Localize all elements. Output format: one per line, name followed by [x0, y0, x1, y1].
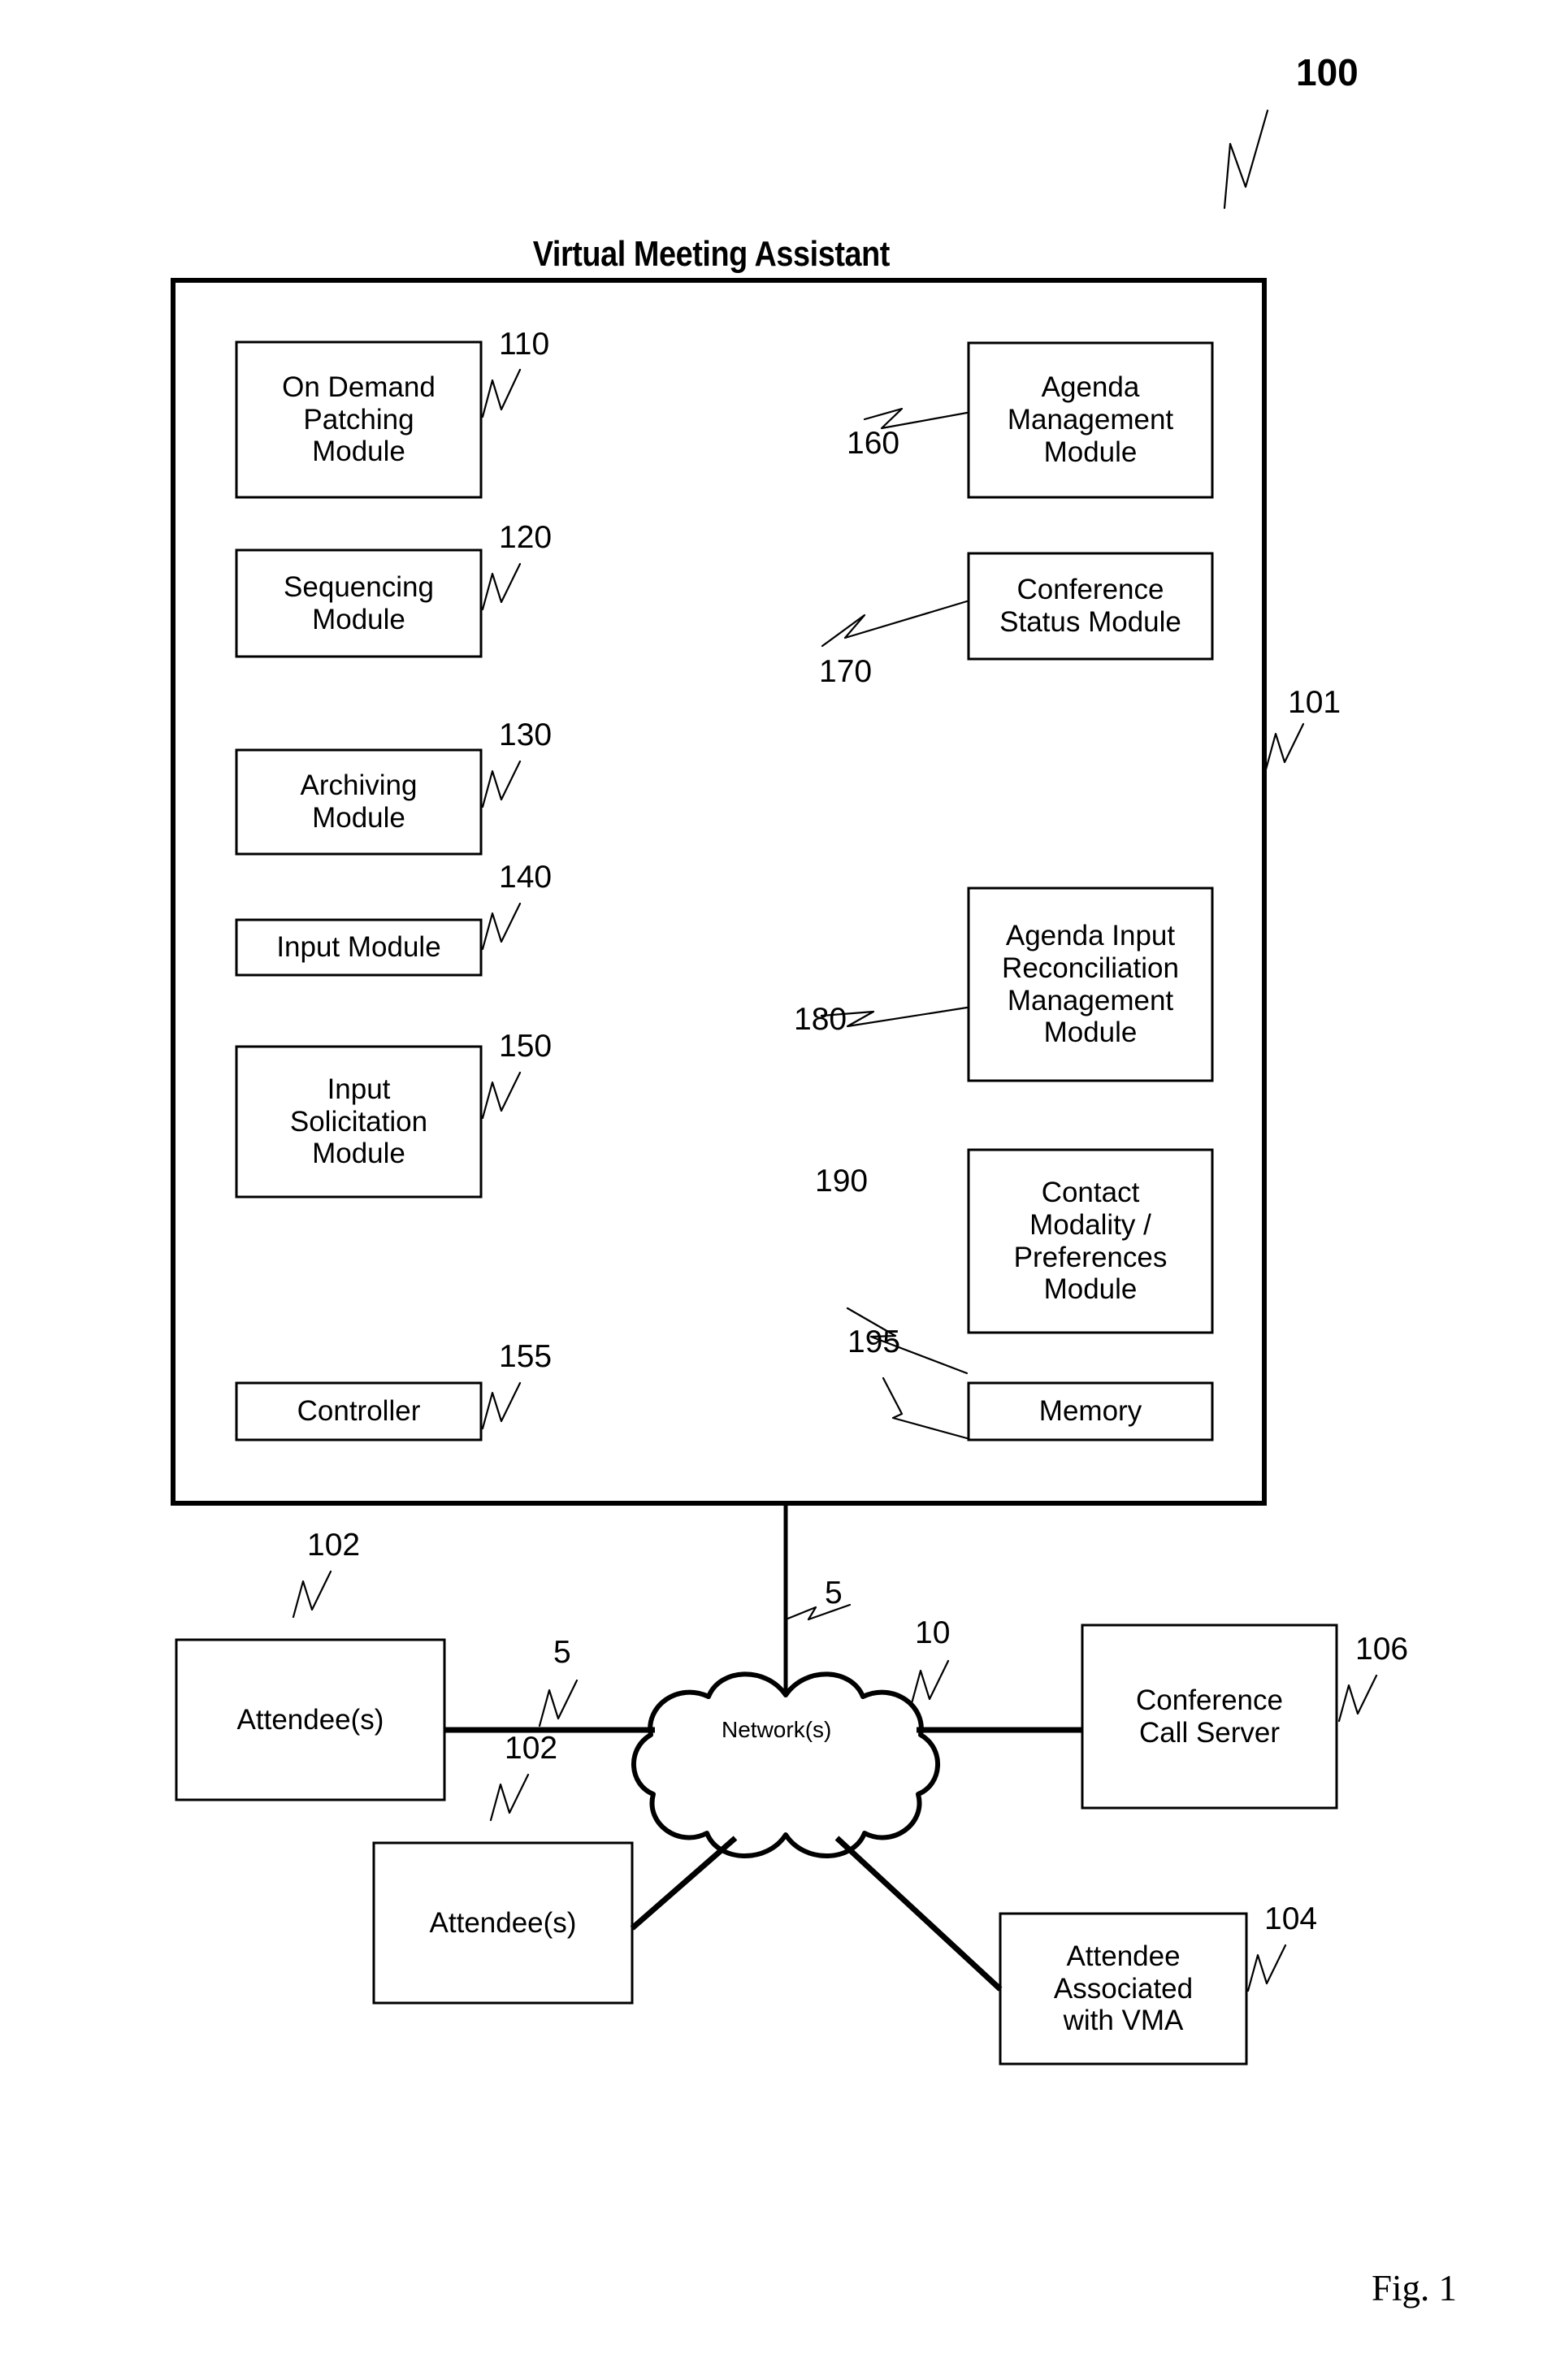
patent-figure-canvas: 100 Virtual Meeting Assistant Fig. 1 101… [0, 0, 1556, 2380]
lead-line-170 [821, 600, 969, 648]
lead-line-120 [481, 562, 522, 611]
reference-number-160: 160 [847, 426, 900, 461]
reference-number-104: 104 [1264, 1901, 1318, 1936]
connector-attendee-lower-to-network [630, 1836, 738, 1931]
module-label-archiving: Archiving Module [300, 769, 418, 834]
lead-line-101 [1264, 722, 1305, 771]
reference-number-101: 101 [1288, 685, 1341, 720]
reference-number-170: 170 [819, 654, 873, 689]
reference-number-5-attendee: 5 [553, 1635, 571, 1670]
reference-number-155: 155 [499, 1339, 553, 1374]
lead-line-130 [481, 760, 522, 809]
module-label-sequencing: Sequencing Module [284, 570, 434, 635]
module-label-contact-modality-preferences: Contact Modality / Preferences Module [1013, 1176, 1168, 1306]
network-cloud-label: Network(s) [722, 1717, 832, 1742]
lead-line-104 [1246, 1944, 1287, 1992]
connector-attendee-vma-to-network [834, 1836, 1003, 1992]
reference-number-180: 180 [794, 1002, 847, 1037]
reference-number-106: 106 [1355, 1632, 1409, 1667]
lead-line-150 [481, 1071, 522, 1120]
network-cloud-shape [631, 1671, 941, 1858]
reference-number-5-trunk: 5 [825, 1576, 843, 1611]
module-label-agenda-management: Agenda Management Module [1007, 371, 1174, 468]
figure-caption: Fig. 1 [1372, 2268, 1458, 2308]
lead-line-100 [1223, 109, 1269, 210]
lead-line-10-server [909, 1659, 950, 1708]
reference-number-140: 140 [499, 860, 553, 895]
module-label-agenda-input-reconciliation: Agenda Input Reconciliation Management M… [1002, 919, 1179, 1049]
system-reference-number: 100 [1296, 51, 1359, 93]
vma-title: Virtual Meeting Assistant [532, 234, 891, 274]
reference-number-110: 110 [499, 327, 550, 362]
lead-line-102-upper [292, 1570, 332, 1619]
lead-line-110 [481, 368, 522, 418]
module-label-controller: Controller [297, 1395, 421, 1428]
module-label-conference-status: Conference Status Module [999, 574, 1181, 638]
reference-number-120: 120 [499, 520, 553, 555]
lead-line-106 [1337, 1674, 1378, 1723]
reference-number-102-upper: 102 [307, 1528, 361, 1563]
module-label-memory: Memory [1038, 1395, 1142, 1428]
reference-number-10-server: 10 [915, 1615, 951, 1650]
endpoint-label-attendees-lower: Attendee(s) [429, 1906, 577, 1939]
endpoint-label-attendees-left: Attendee(s) [236, 1703, 384, 1736]
lead-line-102-lower [489, 1773, 530, 1822]
reference-number-102-lower: 102 [505, 1731, 558, 1766]
module-label-on-demand-patching: On Demand Patching Module [282, 371, 436, 468]
endpoint-label-attendee-associated-vma: Attendee Associated with VMA [1053, 1940, 1194, 2037]
lead-line-5-attendee [538, 1679, 579, 1728]
module-label-input: Input Module [276, 931, 441, 964]
endpoint-label-conference-call-server: Conference Call Server [1136, 1684, 1283, 1749]
reference-number-130: 130 [499, 717, 553, 752]
reference-number-195: 195 [847, 1324, 901, 1359]
figure-vector-layer [171, 109, 1378, 2066]
lead-line-155 [481, 1381, 522, 1430]
module-label-input-solicitation: Input Solicitation Module [289, 1073, 428, 1170]
reference-number-190: 190 [815, 1164, 869, 1199]
lead-line-140 [481, 902, 522, 951]
reference-number-150: 150 [499, 1029, 553, 1064]
lead-line-195 [882, 1376, 969, 1440]
